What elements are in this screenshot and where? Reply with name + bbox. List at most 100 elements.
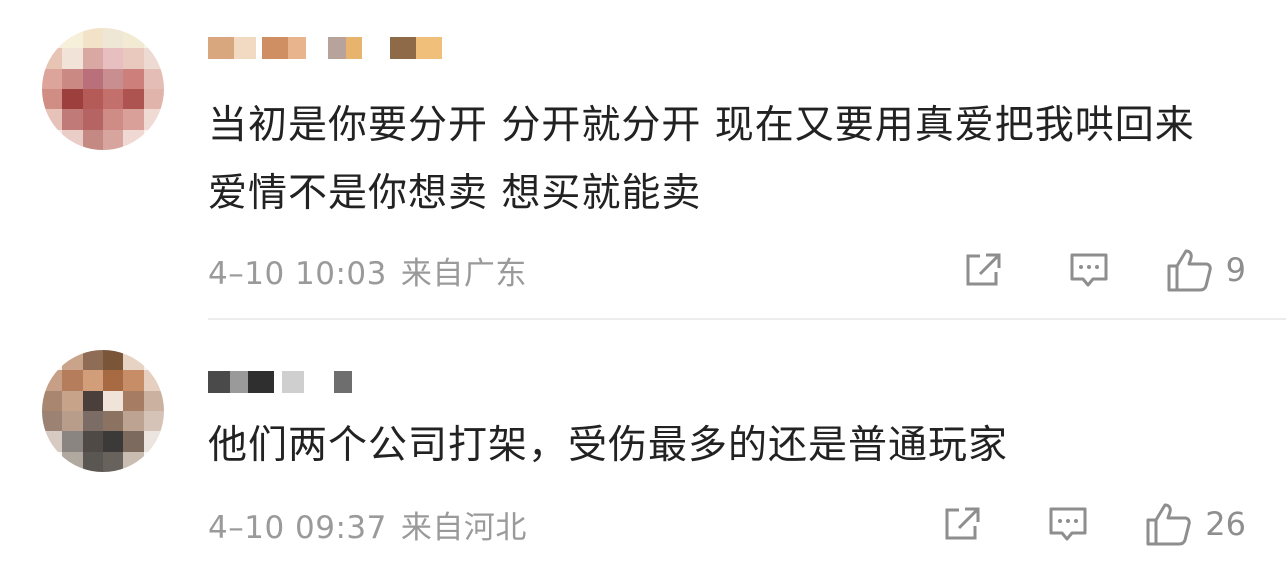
avatar-pixel	[103, 129, 124, 150]
avatar[interactable]	[42, 350, 164, 472]
share-icon	[966, 253, 1001, 286]
avatar-pixel	[143, 451, 164, 472]
avatar-pixel	[42, 28, 63, 49]
share-icon	[945, 507, 980, 540]
avatar-pixel	[123, 68, 144, 89]
username-blur-block	[248, 371, 274, 393]
avatar-pixel	[103, 370, 124, 391]
avatar-pixel	[62, 48, 83, 69]
avatar-pixel	[123, 451, 144, 472]
avatar-pixel	[62, 68, 83, 89]
avatar-pixel	[143, 411, 164, 432]
avatar-pixel	[123, 89, 144, 110]
thumbs-up-icon	[1167, 249, 1212, 292]
avatar-pixel	[103, 451, 124, 472]
avatar-pixel	[62, 411, 83, 432]
avatar-pixel	[42, 68, 63, 89]
avatar-pixel	[143, 370, 164, 391]
comment-icon	[1070, 253, 1108, 287]
reply-button[interactable]	[1047, 504, 1089, 544]
avatar-pixel	[62, 451, 83, 472]
avatar-pixel	[42, 48, 63, 69]
avatar-pixel	[82, 28, 103, 49]
avatar-pixel	[123, 28, 144, 49]
like-button[interactable]: 9	[1166, 247, 1246, 293]
avatar-pixel	[82, 48, 103, 69]
avatar-pixel	[123, 411, 144, 432]
avatar-pixel	[103, 431, 124, 452]
avatar-pixel	[82, 390, 103, 411]
comment-item: 他们两个公司打架，受伤最多的还是普通玩家 4–10 09:37 来自河北 26	[0, 320, 1286, 574]
username-blur-block	[328, 37, 346, 59]
username-blur-block	[208, 37, 234, 59]
comment-icon	[1049, 507, 1087, 541]
avatar-pixel	[103, 48, 124, 69]
avatar[interactable]	[42, 28, 164, 150]
avatar-pixel	[42, 129, 63, 150]
comment-text: 当初是你要分开 分开就分开 现在又要用真爱把我哄回来 爱情不是你想卖 想买就能卖	[208, 103, 1195, 216]
username-blur-block	[234, 37, 256, 59]
username-blurred[interactable]	[208, 360, 352, 404]
avatar-pixel	[143, 28, 164, 49]
avatar-pixel	[62, 350, 83, 371]
avatar-pixel	[103, 390, 124, 411]
reply-button[interactable]	[1068, 250, 1110, 290]
avatar-pixel	[62, 28, 83, 49]
avatar-pixel	[143, 390, 164, 411]
comment-meta: 4–10 10:03 来自广东	[208, 248, 527, 293]
share-button[interactable]	[962, 250, 1004, 290]
thumbs-up-icon	[1146, 503, 1192, 546]
like-count: 26	[1205, 505, 1246, 543]
avatar-pixel	[143, 109, 164, 130]
username-blur-block	[346, 37, 362, 59]
comment-location: 来自河北	[400, 510, 527, 546]
comment-text: 他们两个公司打架，受伤最多的还是普通玩家	[208, 423, 1009, 468]
avatar-pixel	[82, 411, 103, 432]
avatar-pixel	[42, 390, 63, 411]
avatar-pixel	[82, 129, 103, 150]
avatar-pixel	[82, 431, 103, 452]
avatar-pixel	[143, 129, 164, 150]
avatar-pixel	[62, 89, 83, 110]
comment-time: 4–10 10:03	[208, 256, 387, 292]
avatar-pixel	[62, 109, 83, 130]
avatar-pixel	[42, 431, 63, 452]
like-count: 9	[1225, 251, 1246, 289]
avatar-pixel	[103, 68, 124, 89]
avatar-pixel	[82, 68, 103, 89]
avatar-pixel	[143, 350, 164, 371]
username-blur-block	[334, 371, 352, 393]
avatar-pixel	[42, 451, 63, 472]
comment-meta: 4–10 09:37 来自河北	[208, 502, 527, 547]
avatar-pixel	[143, 431, 164, 452]
avatar-pixel	[123, 48, 144, 69]
avatar-pixel	[82, 89, 103, 110]
username-blur-block	[288, 37, 306, 59]
username-blurred[interactable]	[208, 26, 442, 70]
username-blur-block	[208, 371, 230, 393]
avatar-pixel	[82, 370, 103, 391]
like-button[interactable]: 26	[1145, 501, 1246, 547]
avatar-pixel	[103, 28, 124, 49]
comment-actions: 9	[962, 246, 1246, 294]
username-blur-block	[230, 371, 248, 393]
avatar-pixel	[123, 129, 144, 150]
avatar-pixel	[123, 350, 144, 371]
avatar-pixel	[42, 370, 63, 391]
share-button[interactable]	[941, 504, 983, 544]
avatar-pixel	[123, 431, 144, 452]
avatar-pixel	[143, 89, 164, 110]
avatar-pixel	[103, 411, 124, 432]
avatar-pixel	[42, 109, 63, 130]
avatar-pixel	[123, 109, 144, 130]
avatar-pixel	[143, 48, 164, 69]
comment-time: 4–10 09:37	[208, 510, 387, 546]
comment-item: 当初是你要分开 分开就分开 现在又要用真爱把我哄回来 爱情不是你想卖 想买就能卖…	[0, 0, 1286, 318]
username-blur-block	[390, 37, 416, 59]
avatar-pixel	[82, 350, 103, 371]
avatar-pixel	[62, 431, 83, 452]
username-blur-block	[416, 37, 442, 59]
avatar-pixel	[123, 370, 144, 391]
avatar-pixel	[82, 451, 103, 472]
avatar-pixel	[123, 390, 144, 411]
